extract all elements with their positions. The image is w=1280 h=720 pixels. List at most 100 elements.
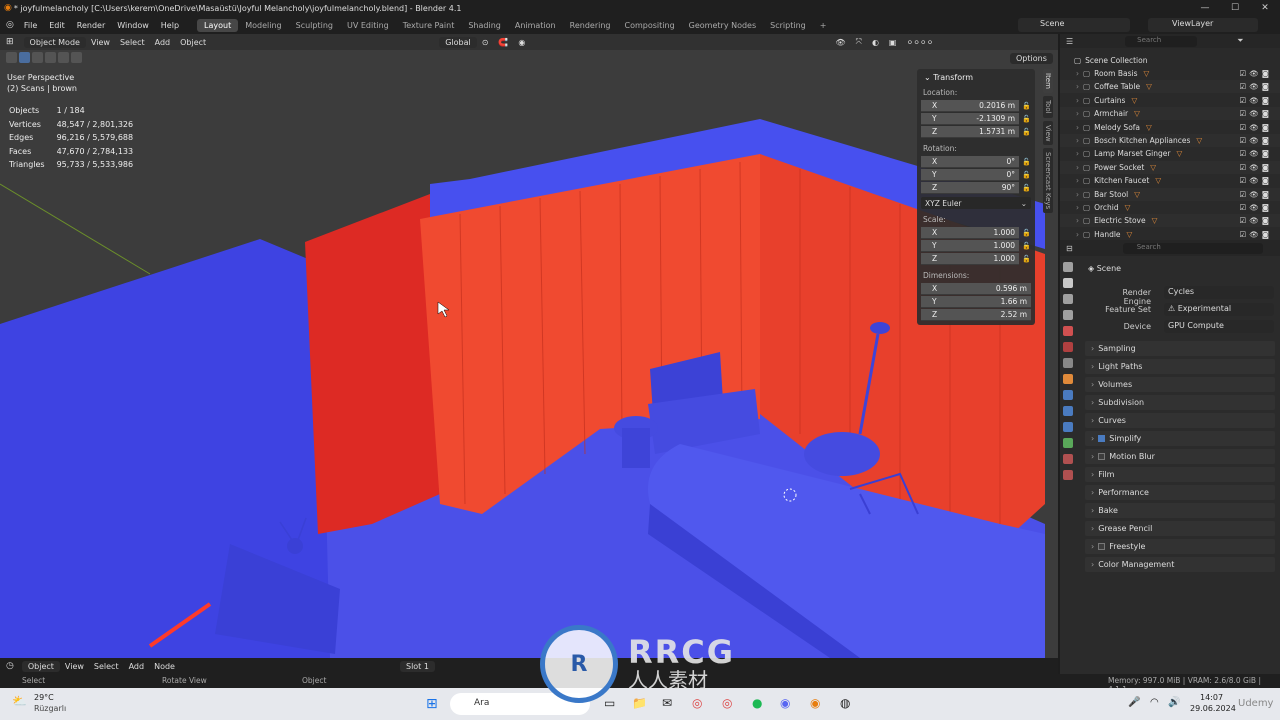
volume-icon[interactable]: 🔊 xyxy=(1168,697,1180,708)
wifi-icon[interactable]: ◠ xyxy=(1150,697,1159,708)
texture-tab-icon[interactable] xyxy=(1063,470,1073,480)
scene-collection-row[interactable]: ▢ Scene Collection xyxy=(1060,54,1280,67)
visibility-toggles[interactable]: ☑👁◙ xyxy=(1239,96,1272,105)
visibility-toggles[interactable]: ☑👁◙ xyxy=(1239,109,1272,118)
outliner-row[interactable]: › ▢ Coffee Table ▽ ☑👁◙ xyxy=(1060,80,1280,94)
outliner-search-input[interactable]: Search xyxy=(1125,35,1198,47)
visibility-toggles[interactable]: ☑👁◙ xyxy=(1239,190,1272,199)
xray-icon[interactable]: ▣ xyxy=(884,38,902,47)
panel-motion-blur[interactable]: › Motion Blur xyxy=(1085,449,1275,464)
visibility-toggles[interactable]: ☑👁◙ xyxy=(1239,82,1272,91)
close-button[interactable]: ✕ xyxy=(1250,0,1280,16)
proportional-edit-icon[interactable]: ◉ xyxy=(513,38,530,47)
visibility-toggles[interactable]: ☑👁◙ xyxy=(1239,123,1272,132)
expand-arrow-icon[interactable]: › xyxy=(1076,82,1079,91)
outliner-row[interactable]: › ▢ Bar Stool ▽ ☑👁◙ xyxy=(1060,187,1280,201)
transform-title[interactable]: ⌄ Transform xyxy=(924,73,1031,82)
tab-animation[interactable]: Animation xyxy=(508,19,563,32)
visibility-toggles[interactable]: ☑👁◙ xyxy=(1239,136,1272,145)
panel-simplify[interactable]: › Simplify xyxy=(1085,431,1275,446)
outliner-row[interactable]: › ▢ Armchair ▽ ☑👁◙ xyxy=(1060,107,1280,121)
lock-icon[interactable]: 🔓 xyxy=(1019,128,1031,136)
expand-arrow-icon[interactable]: › xyxy=(1076,230,1079,239)
snap-icon[interactable]: 🧲 xyxy=(493,38,513,47)
lock-icon[interactable]: 🔓 xyxy=(1019,171,1031,179)
scale-y-field[interactable]: Y 1.000 xyxy=(921,239,1019,252)
feature-set-dropdown[interactable]: ⚠ Experimental xyxy=(1164,303,1274,316)
orientation-dropdown[interactable]: Global xyxy=(439,36,477,48)
filter-icon[interactable]: ⏷ xyxy=(1237,36,1243,46)
tab-item[interactable]: Item xyxy=(1043,69,1053,93)
expand-arrow-icon[interactable]: › xyxy=(1076,190,1079,199)
menu-render[interactable]: Render xyxy=(71,21,111,30)
lock-icon[interactable]: 🔓 xyxy=(1019,158,1031,166)
outliner-row[interactable]: › ▢ Curtains ▽ ☑👁◙ xyxy=(1060,94,1280,107)
expand-arrow-icon[interactable]: › xyxy=(1076,96,1079,105)
clock-time[interactable]: 14:07 xyxy=(1200,693,1223,702)
visibility-toggles[interactable]: ☑👁◙ xyxy=(1239,69,1272,78)
scale-x-field[interactable]: X 1.000 xyxy=(921,226,1019,239)
location-y-field[interactable]: Y -2.1309 m xyxy=(921,112,1019,125)
tool-icon[interactable] xyxy=(6,52,17,63)
menu-view[interactable]: View xyxy=(86,38,115,47)
timeline-menu-view[interactable]: View xyxy=(60,662,89,671)
view-layer-selector[interactable]: ViewLayer xyxy=(1148,18,1258,32)
options-button[interactable]: Options xyxy=(1010,53,1053,64)
tab-sculpting[interactable]: Sculpting xyxy=(289,19,340,32)
obs-icon[interactable]: ◍ xyxy=(840,696,850,710)
expand-arrow-icon[interactable]: › xyxy=(1076,176,1079,185)
dimensions-y-field[interactable]: Y 1.66 m xyxy=(921,295,1031,308)
lock-icon[interactable]: 🔓 xyxy=(1019,115,1031,123)
physics-tab-icon[interactable] xyxy=(1063,422,1073,432)
location-z-field[interactable]: Z 1.5731 m xyxy=(921,125,1019,138)
tab-texture-paint[interactable]: Texture Paint xyxy=(396,19,462,32)
windows-start-icon[interactable]: ⊞ xyxy=(426,696,438,712)
tool-tab-icon[interactable] xyxy=(1063,262,1073,272)
maximize-button[interactable]: ☐ xyxy=(1220,0,1250,16)
visibility-toggles[interactable]: ☑👁◙ xyxy=(1239,216,1272,225)
expand-arrow-icon[interactable]: › xyxy=(1076,136,1079,145)
mode-dropdown[interactable]: Object Mode xyxy=(23,36,86,48)
discord-icon[interactable]: ◉ xyxy=(780,696,790,710)
properties-editor-icon[interactable]: ⊟ xyxy=(1066,244,1073,253)
lock-icon[interactable]: 🔓 xyxy=(1019,184,1031,192)
shading-modes-icon[interactable]: ⚪⚪⚪⚪ xyxy=(901,38,938,47)
outliner-row[interactable]: › ▢ Electric Stove ▽ ☑👁◙ xyxy=(1060,214,1280,228)
modifier-tab-icon[interactable] xyxy=(1063,390,1073,400)
spotify-icon[interactable]: ● xyxy=(752,696,762,710)
visibility-icon[interactable]: 👁 xyxy=(830,38,850,47)
editor-type-icon[interactable]: ⊞ xyxy=(6,37,14,47)
menu-help[interactable]: Help xyxy=(155,21,185,30)
tab-scripting[interactable]: Scripting xyxy=(763,19,813,32)
outliner-row[interactable]: › ▢ Kitchen Faucet ▽ ☑👁◙ xyxy=(1060,174,1280,187)
location-x-field[interactable]: X 0.2016 m xyxy=(921,99,1019,112)
dimensions-z-field[interactable]: Z 2.52 m xyxy=(921,308,1031,321)
tab-view[interactable]: View xyxy=(1043,120,1053,146)
panel-light-paths[interactable]: › Light Paths xyxy=(1085,359,1275,374)
blender-menu-icon[interactable]: ◎ xyxy=(6,20,14,30)
expand-arrow-icon[interactable]: › xyxy=(1076,109,1079,118)
data-tab-icon[interactable] xyxy=(1063,438,1073,448)
minimize-button[interactable]: — xyxy=(1190,0,1220,16)
rotation-y-field[interactable]: Y 0° xyxy=(921,168,1019,181)
blender-taskbar-icon[interactable]: ◉ xyxy=(810,696,820,710)
clock-date[interactable]: 29.06.2024 xyxy=(1190,704,1236,713)
outliner-row[interactable]: › ▢ Power Socket ▽ ☑👁◙ xyxy=(1060,160,1280,174)
dimensions-x-field[interactable]: X 0.596 m xyxy=(921,282,1031,295)
device-dropdown[interactable]: GPU Compute xyxy=(1164,320,1274,333)
menu-window[interactable]: Window xyxy=(111,21,155,30)
rotation-z-field[interactable]: Z 90° xyxy=(921,181,1019,194)
select-intersect-icon[interactable] xyxy=(71,52,82,63)
visibility-toggles[interactable]: ☑👁◙ xyxy=(1239,149,1272,158)
expand-arrow-icon[interactable]: › xyxy=(1076,163,1079,172)
menu-edit[interactable]: Edit xyxy=(43,21,71,30)
scene-selector[interactable]: Scene xyxy=(1018,18,1130,32)
outliner-row[interactable]: › ▢ Bosch Kitchen Appliances ▽ ☑👁◙ xyxy=(1060,134,1280,147)
panel-checkbox[interactable] xyxy=(1098,435,1106,442)
menu-select[interactable]: Select xyxy=(115,38,150,47)
world-tab-icon[interactable] xyxy=(1063,342,1073,352)
view-layer-tab-icon[interactable] xyxy=(1063,310,1073,320)
timeline-menu-node[interactable]: Node xyxy=(149,662,180,671)
particles-tab-icon[interactable] xyxy=(1063,406,1073,416)
timeline-menu-select[interactable]: Select xyxy=(89,662,124,671)
